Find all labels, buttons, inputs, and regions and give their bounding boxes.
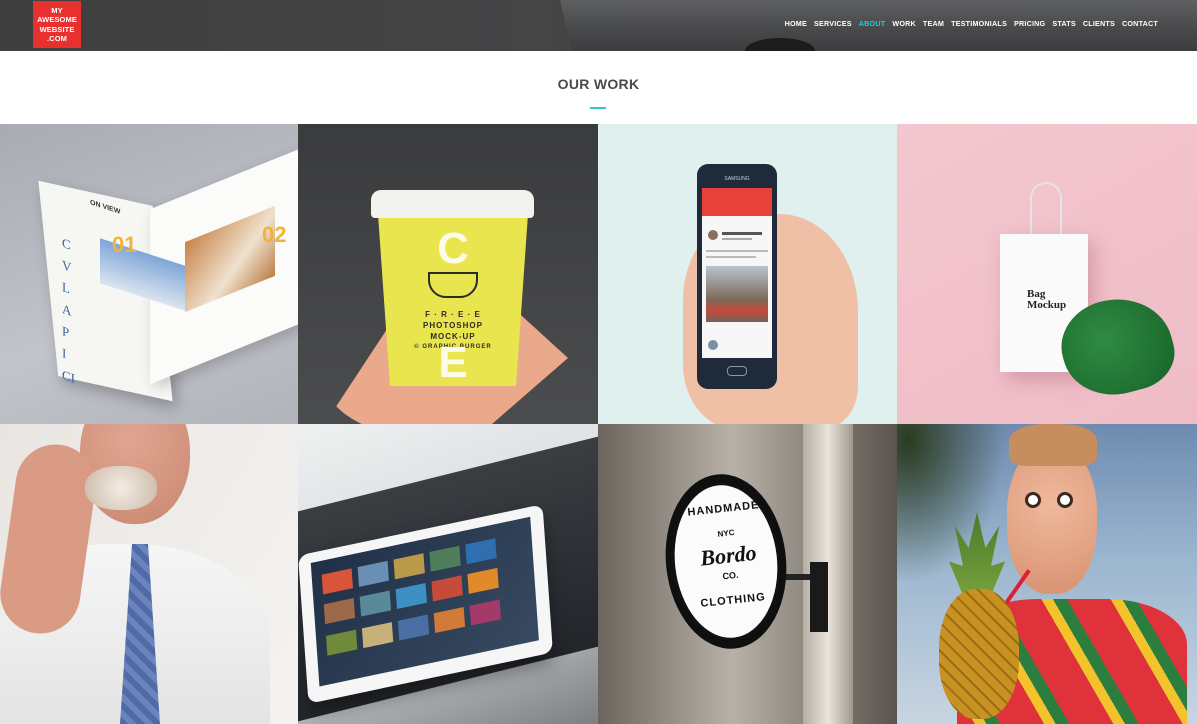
magazine-number-2: 02	[262, 222, 287, 247]
media-thumbnail	[393, 553, 425, 580]
media-thumbnail	[397, 614, 430, 641]
logo-line-2: AWESOME	[37, 15, 77, 24]
media-thumbnail	[326, 629, 358, 656]
magazine-letters: C V L A P I CI	[62, 234, 75, 387]
eye	[1057, 492, 1073, 508]
coffee-cup-icon	[428, 272, 478, 298]
logo-line-1: MY	[51, 5, 63, 15]
portfolio-item-phone[interactable]: SAMSUNG	[598, 124, 897, 424]
portfolio-item-bag[interactable]: Bag Mockup	[897, 124, 1197, 424]
donut	[85, 466, 157, 510]
sign-face: HANDMADE NYC Bordo CO. CLOTHING	[663, 476, 789, 647]
media-thumbnail	[321, 568, 354, 595]
phone-brand: SAMSUNG	[724, 176, 750, 182]
nav-clients[interactable]: CLIENTS	[1083, 19, 1115, 29]
portfolio-item-tourist[interactable]	[897, 424, 1197, 724]
top-navbar: MY AWESOME WEBSITE .COM HOME SERVICES AB…	[0, 0, 1197, 51]
nav-about[interactable]: ABOUT	[859, 19, 886, 29]
smartphone: SAMSUNG	[697, 164, 777, 389]
portfolio-item-tablet[interactable]	[298, 424, 598, 724]
hanging-sign: HANDMADE NYC Bordo CO. CLOTHING	[657, 468, 795, 655]
logo-line-3: WEBSITE	[39, 24, 75, 34]
nav-team[interactable]: TEAM	[923, 19, 944, 29]
nav-pricing[interactable]: PRICING	[1014, 19, 1045, 29]
portfolio-grid: 01 02 ON VIEW C V L A P I CI C F · R · E…	[0, 124, 1197, 724]
media-thumbnail	[323, 598, 356, 625]
title-underline	[590, 107, 606, 109]
cup-lid	[371, 190, 534, 218]
avatar	[708, 230, 718, 240]
app-toolbar	[702, 188, 772, 216]
post-photo	[706, 266, 768, 322]
logo-line-4: .COM	[47, 34, 67, 43]
nav-home[interactable]: HOME	[785, 19, 807, 29]
site-logo[interactable]: MY AWESOME WEBSITE .COM	[33, 1, 81, 48]
section-title: OUR WORK	[557, 76, 640, 92]
text-line	[722, 232, 762, 235]
media-thumbnail	[361, 622, 394, 649]
media-thumbnail	[467, 567, 499, 594]
phone-screen	[702, 188, 772, 358]
magazine-number-1: 01	[112, 232, 137, 257]
media-thumbnail	[357, 560, 389, 587]
media-thumbnail	[431, 575, 463, 602]
bag-label: Bag Mockup	[1027, 288, 1067, 311]
text-line	[706, 256, 756, 258]
nav-contact[interactable]: CONTACT	[1122, 19, 1158, 29]
portfolio-item-donut-man[interactable]	[0, 424, 298, 724]
media-thumbnail	[429, 545, 461, 572]
nav-stats[interactable]: STATS	[1052, 19, 1076, 29]
hair	[1009, 424, 1097, 466]
eye	[1025, 492, 1041, 508]
cup-letter-bottom: E	[438, 338, 468, 387]
avatar	[708, 340, 718, 350]
bag-handle	[1030, 182, 1062, 242]
sign-bracket	[810, 562, 828, 632]
sign-bottom-text: CLOTHING	[699, 591, 767, 610]
portfolio-item-magazine[interactable]: 01 02 ON VIEW C V L A P I CI	[0, 124, 298, 424]
media-thumbnail	[395, 582, 427, 609]
media-thumbnail	[433, 606, 466, 634]
home-button	[727, 366, 747, 376]
sign-top-text: HANDMADE	[686, 499, 761, 519]
text-line	[722, 238, 752, 240]
main-nav: HOME SERVICES ABOUT WORK TEAM TESTIMONIA…	[785, 19, 1158, 29]
cup-letter-top: C	[437, 224, 469, 273]
nav-testimonials[interactable]: TESTIMONIALS	[951, 19, 1007, 29]
face	[1007, 444, 1097, 594]
text-line	[706, 250, 768, 252]
media-thumbnail	[469, 599, 501, 626]
media-thumbnail	[465, 538, 497, 565]
pineapple	[939, 589, 1019, 719]
portfolio-item-cup[interactable]: C F · R · E · E PHOTOSHOP MOCK-UP © GRAP…	[298, 124, 598, 424]
portfolio-item-sign[interactable]: HANDMADE NYC Bordo CO. CLOTHING	[598, 424, 897, 724]
nav-work[interactable]: WORK	[892, 19, 916, 29]
media-thumbnail	[359, 590, 392, 617]
nav-services[interactable]: SERVICES	[814, 19, 852, 29]
